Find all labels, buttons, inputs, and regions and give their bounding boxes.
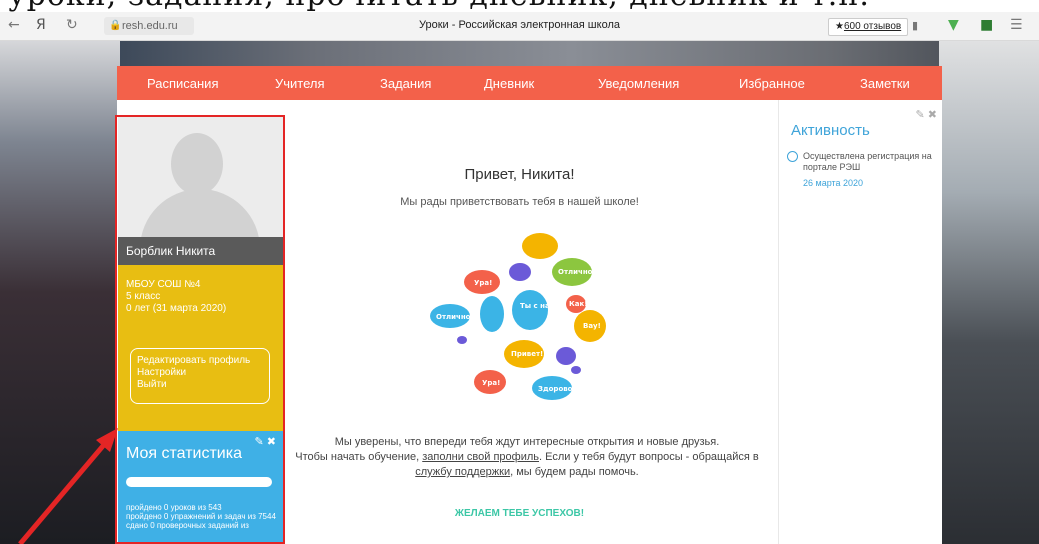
profile-info-card: МБОУ СОШ №4 5 класс 0 лет (31 марта 2020… [118, 265, 284, 431]
bubble-label-5: Как! [569, 300, 587, 308]
school-grade: 5 класс [126, 291, 161, 302]
nav-notifications[interactable]: Уведомления [598, 76, 679, 91]
top-navigation: Расписания Учителя Задания Дневник Уведо… [117, 66, 942, 100]
bubble-label-1: Ура! [474, 279, 492, 287]
stats-progress-bar [126, 477, 272, 487]
avatar-silhouette-head [171, 133, 223, 195]
bubble-label-7: Привет! [511, 350, 543, 358]
caption-strip: уроки, задания, прочитать дневник, дневн… [0, 0, 1039, 12]
activity-entry-date: 26 марта 2020 [803, 178, 864, 188]
msg-line-2-post: . Если у тебя будут вопросы - обращайся … [539, 451, 759, 463]
support-link[interactable]: службу поддержки [415, 466, 510, 478]
msg-line-2: Чтобы начать обучение, заполни свой проф… [292, 450, 762, 465]
bubble-label-3: Ты с нами! [520, 302, 564, 310]
extension-icon[interactable]: ■ [980, 17, 993, 33]
bookmark-icon[interactable]: ▮ [912, 19, 918, 32]
bubble-label-9: Здорово! [538, 385, 576, 393]
download-icon[interactable]: ▼ [948, 17, 959, 33]
bubble-label-2: Отлично! [436, 313, 474, 321]
stats-edit-close-icon[interactable]: ✎ ✖ [255, 435, 277, 448]
nav-diary[interactable]: Дневник [484, 76, 534, 91]
settings-link[interactable]: Настройки [137, 367, 263, 379]
activity-column: ✎ ✖ Активность Осуществлена регистрация … [778, 100, 943, 544]
statistics-card: ✎ ✖ Моя статистика пройдено 0 уроков из … [118, 431, 284, 544]
activity-status-icon [787, 151, 798, 162]
logout-link[interactable]: Выйти [137, 379, 263, 391]
bubble-label-8: Ура! [482, 379, 500, 387]
speech-bubbles-illustration: Ура! Отлично! Ты с нами! Отлично! Как! В… [430, 233, 606, 400]
caption-text: уроки, задания, прочитать дневник, дневн… [8, 0, 870, 12]
msg-line-2-pre: Чтобы начать обучение, [295, 451, 423, 463]
profile-actions: Редактировать профиль Настройки Выйти [130, 348, 270, 404]
browser-toolbar: ← Я ↻ 🔒 resh.edu.ru Уроки - Российская эл… [0, 12, 1039, 41]
school-age: 0 лет (31 марта 2020) [126, 303, 227, 314]
school-info: МБОУ СОШ №4 5 класс 0 лет (31 марта 2020… [126, 279, 226, 315]
bubble-label-4: Отлично! [558, 268, 596, 276]
reviews-label: 600 отзывов [843, 21, 902, 32]
welcome-message: Мы уверены, что впереди тебя ждут интере… [292, 435, 762, 480]
nav-tasks[interactable]: Задания [380, 76, 431, 91]
activity-title: Активность [791, 122, 870, 139]
nav-notes[interactable]: Заметки [860, 76, 910, 91]
msg-line-3: службу поддержки, мы будем рады помочь. [292, 465, 762, 480]
msg-line-3-post: , мы будем рады помочь. [510, 466, 639, 478]
stats-line-checks: сдано 0 проверочных заданий из [126, 521, 249, 530]
activity-edit-close-icon[interactable]: ✎ ✖ [916, 108, 938, 121]
nav-schedule[interactable]: Расписания [147, 76, 218, 91]
menu-icon[interactable]: ☰ [1010, 17, 1023, 33]
profile-name: Борблик Никита [118, 237, 284, 265]
stats-title: Моя статистика [126, 445, 242, 462]
edit-profile-link[interactable]: Редактировать профиль [137, 355, 263, 367]
reviews-button[interactable]: ★600 отзывов [828, 18, 909, 36]
school-name: МБОУ СОШ №4 [126, 279, 201, 290]
star-icon: ★ [835, 21, 844, 32]
fill-profile-link[interactable]: заполни свой профиль [422, 451, 539, 463]
nav-favorites[interactable]: Избранное [739, 76, 805, 91]
nav-teachers[interactable]: Учителя [275, 76, 325, 91]
msg-line-1: Мы уверены, что впереди тебя ждут интере… [334, 436, 720, 448]
activity-entry-text: Осуществлена регистрация на портале РЭШ [803, 151, 932, 172]
bubble-label-6: Вау! [583, 322, 601, 330]
